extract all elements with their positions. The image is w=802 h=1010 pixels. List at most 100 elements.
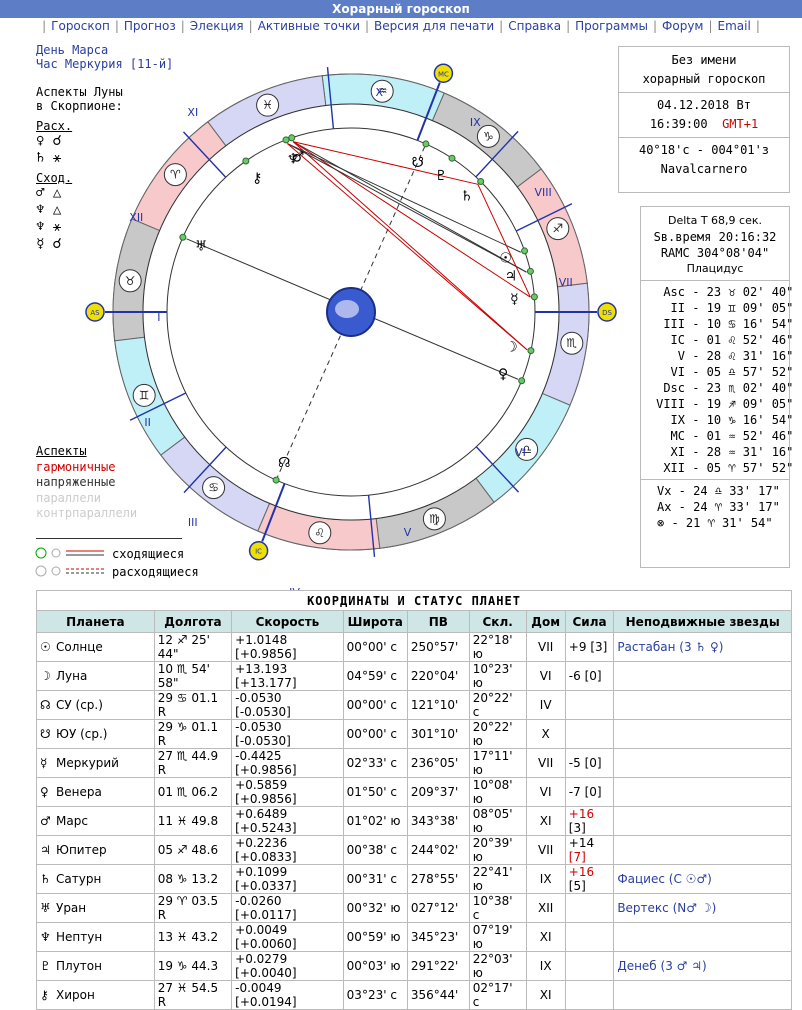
latitude-cell: 00°31' с [342, 864, 408, 894]
cusp-value: - 23 ♉ 02' 40" [685, 285, 794, 299]
ramc: RAMC 304°08'04" [660, 246, 770, 260]
menu-item-0[interactable]: Гороскоп [51, 19, 110, 33]
force-cell: -6 [0] [564, 661, 615, 691]
planet-cell: ♀ Венера [36, 777, 155, 807]
planet-cell: ♄ Сатурн [36, 864, 155, 894]
menu-item-8[interactable]: Email [718, 19, 751, 33]
latitude-cell: 01°02' ю [342, 806, 408, 836]
longitude-cell: 27 ♓ 54.5 R [153, 980, 233, 1010]
force-bracket: [0] [584, 785, 602, 799]
cusp-name: V [677, 349, 685, 363]
ra-cell: 220°04' [406, 661, 470, 691]
declination-cell: 10°08' ю [468, 777, 527, 807]
house-number: XI [187, 106, 198, 119]
house-number: V [404, 526, 412, 539]
cusp-value: - 19 ♐ 09' 05" [685, 397, 794, 411]
menu-item-4[interactable]: Версия для печати [374, 19, 494, 33]
force-cell [564, 980, 615, 1010]
chart-timezone: GMT+1 [722, 117, 759, 131]
planet-name: Нептун [56, 930, 103, 944]
planet-glyph-icon: ♀ [40, 785, 49, 799]
planet-glyph-icon: ♄ [40, 872, 51, 886]
menu-item-1[interactable]: Прогноз [124, 19, 176, 33]
planet-marker-icon [521, 247, 529, 255]
menu-item-5[interactable]: Справка [508, 19, 561, 33]
cusp-value: - 28 ♌ 31' 16" [685, 349, 794, 363]
cusp-name: XII [663, 461, 685, 475]
longitude-cell: 27 ♏ 44.9 R [153, 748, 233, 778]
house-number: X [375, 86, 383, 99]
house-number: I [157, 311, 160, 324]
cusp-value: - 19 ♊ 09' 05" [685, 301, 794, 315]
house-cell: VII [525, 835, 566, 865]
ic-label: IC [255, 548, 262, 556]
planet-name: Уран [56, 901, 87, 915]
force-bracket: [7] [568, 850, 586, 864]
cusp-value: - 05 ♈ 57' 52" [685, 461, 794, 475]
planet-glyph-icon: ♀ [498, 366, 508, 382]
planet-name: Марс [56, 814, 88, 828]
diverging-circle-icon [35, 565, 47, 577]
chart-date: 04.12.2018 Вт [657, 98, 751, 112]
fixed-star-cell [613, 806, 792, 836]
sign-0-icon: ♈ [170, 168, 181, 182]
menu-item-7[interactable]: Форум [662, 19, 703, 33]
force-value: +9 [568, 640, 587, 654]
planet-marker-icon [526, 267, 534, 275]
cusp-name: IX [670, 413, 685, 427]
planet-glyph-icon: ♇ [435, 168, 448, 184]
planet-name: Луна [56, 669, 88, 683]
table-row: ♄ Сатурн 08 ♑ 13.2 +0.1099 [+0.0337] 00°31' … [36, 864, 792, 894]
cusp-value: - 01 ♒ 52' 46" [685, 429, 794, 443]
planet-marker-icon [179, 233, 187, 241]
longitude-cell: 13 ♓ 43.2 [153, 922, 233, 952]
table-row: ♅ Уран 29 ♈ 03.5 R -0.0260 [+0.0117] 00°32' … [36, 893, 792, 923]
declination-cell: 08°05' ю [468, 806, 527, 836]
fixed-star-cell [613, 661, 792, 691]
diverging-small-circle-icon [51, 566, 61, 576]
sign-7-icon: ♏ [566, 336, 577, 350]
house-cell: XII [525, 893, 566, 923]
speed-cell: +0.1099 [+0.0337] [231, 864, 344, 894]
table-row: ♇ Плутон 19 ♑ 44.3 +0.0279 [+0.0040] 00°03' … [36, 951, 792, 981]
planet-glyph-icon: ♆ [287, 152, 300, 168]
house-cell: IX [525, 951, 566, 981]
planet-glyph-icon: ♅ [40, 901, 51, 915]
force-value: +16 [568, 865, 595, 879]
planet-glyph-icon: ♇ [40, 959, 51, 973]
declination-cell: 22°41' ю [468, 864, 527, 894]
planet-cell: ♆ Нептун [36, 922, 155, 952]
planet-name: Сатурн [56, 872, 102, 886]
cusp-row: IC - 01 ♌ 52' 46" [645, 332, 794, 348]
planet-name: ЮУ (ср.) [56, 727, 108, 741]
force-bracket: [0] [584, 669, 602, 683]
fixed-star-cell [613, 835, 792, 865]
col-header: Широта [342, 610, 408, 633]
speed-cell: +0.5859 [+0.9856] [231, 777, 344, 807]
cusp-name: Asc [663, 285, 685, 299]
planet-glyph-icon: ☿ [510, 292, 519, 308]
table-row: ☉ Солнце 12 ♐ 25' 44" +1.0148 [+0.9856] 00°0… [36, 632, 792, 662]
chart-time-row: 16:39:00 GMT+1 [619, 115, 789, 134]
menu-item-2[interactable]: Элекция [190, 19, 244, 33]
declination-cell: 20°22' ю [468, 719, 527, 749]
planet-marker-icon [527, 347, 535, 355]
planet-glyph-icon: ☋ [412, 155, 424, 171]
longitude-cell: 08 ♑ 13.2 [153, 864, 233, 894]
planet-cell: ☿ Меркурий [36, 748, 155, 778]
house-number: XII [129, 211, 143, 224]
house-number: II [144, 416, 151, 429]
speed-cell: -0.4425 [+0.9856] [231, 748, 344, 778]
ra-cell: 301°10' [406, 719, 470, 749]
table-row: ♃ Юпитер 05 ♐ 48.6 +0.2236 [+0.0833] 00°38' … [36, 835, 792, 865]
force-cell: -5 [0] [564, 748, 615, 778]
fixed-star-cell: Фациес (С ☉♂) [613, 864, 792, 894]
cusp-value: - 05 ♎ 57' 52" [685, 365, 794, 379]
menu-item-6[interactable]: Программы [575, 19, 648, 33]
cusp-name: II [670, 301, 685, 315]
menu-item-3[interactable]: Активные точки [258, 19, 360, 33]
fixed-star-cell: Денеб (3 ♂ ♃) [613, 951, 792, 981]
cusp-row: III - 10 ♋ 16' 54" [645, 316, 793, 332]
cusp-value: - 01 ♌ 52' 46" [685, 333, 794, 347]
col-header: Долгота [153, 610, 233, 633]
